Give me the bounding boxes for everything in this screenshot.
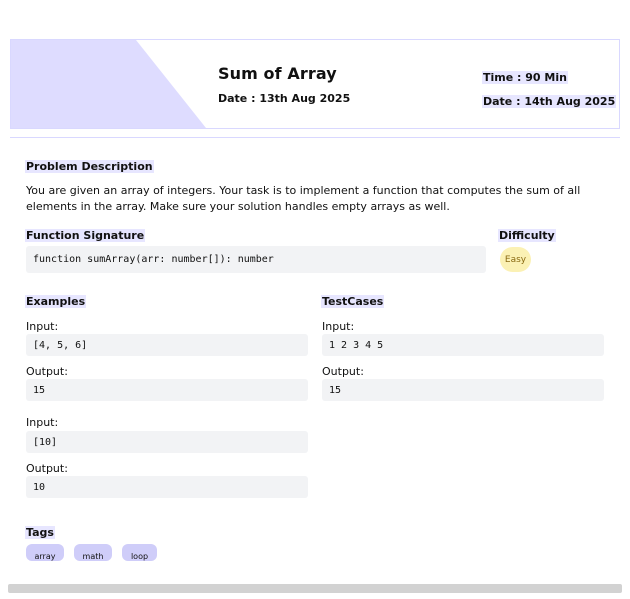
- example-2-input: [10]: [26, 431, 308, 453]
- tag-math[interactable]: math: [74, 544, 112, 561]
- testcase-1-input-label: Input:: [322, 320, 355, 333]
- example-1-input: [4, 5, 6]: [26, 334, 308, 356]
- testcase-1-output: 15: [322, 379, 604, 401]
- header-accent-shape: [11, 40, 216, 128]
- testcases-heading: TestCases: [321, 295, 385, 308]
- header-divider: [10, 137, 620, 138]
- horizontal-scrollbar[interactable]: [8, 584, 622, 593]
- example-1-output-label: Output:: [26, 365, 68, 378]
- function-signature-heading: Function Signature: [25, 229, 146, 242]
- examples-heading: Examples: [25, 295, 87, 308]
- problem-description-text: You are given an array of integers. Your…: [26, 184, 581, 213]
- example-2-output: 10: [26, 476, 308, 498]
- difficulty-badge: Easy: [500, 247, 531, 272]
- testcase-1-input: 1 2 3 4 5: [322, 334, 604, 356]
- problem-title: Sum of Array: [218, 64, 337, 83]
- problem-page: Sum of Array Date : 13th Aug 2025 Time :…: [0, 0, 630, 599]
- time-limit: Time : 90 Min: [482, 71, 568, 84]
- tag-array[interactable]: array: [26, 544, 64, 561]
- start-date: Date : 13th Aug 2025: [218, 92, 351, 105]
- problem-description-heading: Problem Description: [25, 160, 154, 173]
- example-1-input-label: Input:: [26, 320, 59, 333]
- testcase-1-output-label: Output:: [322, 365, 364, 378]
- tag-loop[interactable]: loop: [122, 544, 157, 561]
- example-2-output-label: Output:: [26, 462, 68, 475]
- tags-heading: Tags: [25, 526, 55, 539]
- difficulty-heading: Difficulty: [498, 229, 556, 242]
- example-2-input-label: Input:: [26, 416, 59, 429]
- function-signature-code: function sumArray(arr: number[]): number: [26, 246, 486, 273]
- end-date: Date : 14th Aug 2025: [482, 95, 617, 108]
- example-1-output: 15: [26, 379, 308, 401]
- header-card: Sum of Array Date : 13th Aug 2025 Time :…: [10, 39, 620, 129]
